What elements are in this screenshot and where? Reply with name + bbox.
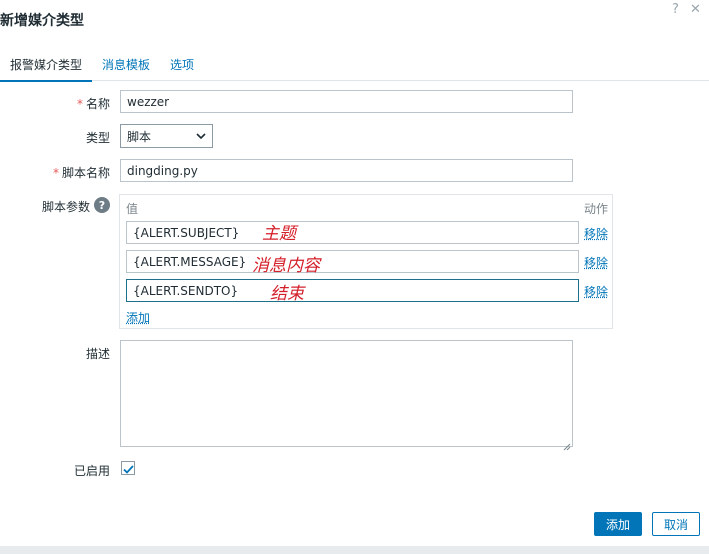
description-label: 描述 [85,347,110,361]
annotation-message: 消息内容 [252,256,320,276]
annotation-subject: 主题 [262,224,296,244]
name-label: * 名称 [76,97,110,111]
checkmark-icon [122,459,134,478]
enabled-checkbox[interactable] [121,461,135,475]
tab-message-templates[interactable]: 消息模板 [102,56,150,73]
bottom-strip [0,546,709,554]
tab-options[interactable]: 选项 [170,56,194,73]
remove-param-1-link[interactable]: 移除 [584,225,608,242]
question-icon[interactable]: ? [94,197,110,213]
chevron-down-icon [196,129,206,143]
close-icon[interactable]: ✕ [690,2,701,17]
tab-media-type[interactable]: 报警媒介类型 [0,56,92,82]
tab-bar: 报警媒介类型 消息模板 选项 [0,48,709,82]
script-name-input[interactable]: dingding.py [120,159,573,182]
type-label: 类型 [85,131,110,145]
script-params-label: 脚本参数 [41,200,90,214]
remove-param-2-link[interactable]: 移除 [584,254,608,271]
remove-param-3-link[interactable]: 移除 [584,283,608,300]
script-name-label: * 脚本名称 [52,166,110,180]
add-button[interactable]: 添加 [594,512,642,536]
type-select[interactable]: 脚本 [120,124,213,148]
params-value-header: 值 [126,202,139,216]
add-param-link[interactable]: 添加 [126,309,150,326]
params-action-header: 动作 [584,202,609,216]
type-select-value: 脚本 [127,129,152,144]
enabled-label: 已启用 [73,464,110,478]
param-input-1[interactable]: {ALERT.SUBJECT} [126,221,579,244]
resize-handle-icon[interactable] [562,436,571,455]
description-textarea[interactable] [120,340,573,447]
help-icon[interactable]: ? [672,2,679,17]
name-input[interactable]: wezzer [120,90,573,113]
annotation-end: 结束 [270,284,304,304]
param-input-3[interactable]: {ALERT.SENDTO} [126,279,579,302]
cancel-button[interactable]: 取消 [652,512,700,536]
param-input-2[interactable]: {ALERT.MESSAGE} [126,250,579,273]
dialog-title: 新增媒介类型 [0,13,84,29]
